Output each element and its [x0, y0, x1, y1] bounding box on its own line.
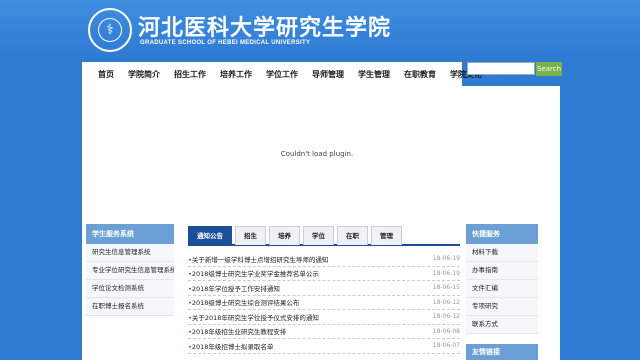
news-list: 关于新增一级学科博士点增招研究生导师的通知 18-06-19 2018级博士研究…: [188, 252, 460, 354]
news-tabs: 通知公告 招生 培养 学位 在职 管理: [188, 224, 460, 246]
student-services-panel: 学生服务系统 研究生信息管理系统 专业学位研究生信息管理系统 学位论文检测系统 …: [86, 224, 174, 316]
quick-link[interactable]: 材料下载: [466, 244, 538, 262]
nav-item-degree[interactable]: 学位工作: [266, 69, 298, 80]
nav-item-students[interactable]: 学生管理: [358, 69, 390, 80]
tab-notices[interactable]: 通知公告: [188, 226, 232, 245]
news-title[interactable]: 2018级博士研究生学业奖学金推荐名单公示: [188, 268, 319, 278]
tab-training[interactable]: 培养: [269, 226, 300, 245]
news-item[interactable]: 关于新增一级学科博士点增招研究生导师的通知 18-06-19: [188, 252, 460, 267]
caduceus-icon: ⚕: [98, 18, 122, 42]
news-date: 18-06-19: [432, 255, 460, 263]
service-link[interactable]: 在职博士报名系统: [86, 298, 174, 316]
tab-management[interactable]: 管理: [371, 226, 402, 245]
friendly-links-title: 友情链接: [466, 344, 538, 360]
search-button[interactable]: Search: [536, 62, 562, 76]
site-header: ⚕ 河北医科大学研究生学院 GRADUATE SCHOOL OF HEBEI M…: [0, 0, 640, 60]
news-date: 18-06-19: [432, 269, 460, 277]
news-item[interactable]: 2018年学位授予工作安排通知 18-06-15: [188, 281, 460, 296]
quick-link[interactable]: 办事指南: [466, 262, 538, 280]
quick-services-panel: 快捷服务 材料下载 办事指南 文件汇编 专项研究 联系方式: [466, 224, 538, 334]
service-link[interactable]: 专业学位研究生信息管理系统: [86, 262, 174, 280]
tab-inservice[interactable]: 在职: [337, 226, 368, 245]
tab-admissions[interactable]: 招生: [235, 226, 266, 245]
news-date: 18-06-07: [432, 342, 460, 350]
university-emblem-icon: ⚕: [88, 8, 132, 52]
news-item[interactable]: 2018级博士研究生综合测评结果公布 18-06-12: [188, 296, 460, 310]
nav-item-training[interactable]: 培养工作: [220, 69, 252, 80]
news-item[interactable]: 关于2018年研究生学位授予仪式安排的通知 18-06-12: [188, 310, 460, 325]
quick-link[interactable]: 文件汇编: [466, 280, 538, 298]
news-date: 18-06-12: [432, 313, 460, 321]
main-nav: 首页 学院简介 招生工作 培养工作 学位工作 导师管理 学生管理 在职教育 学院…: [82, 62, 482, 86]
news-title[interactable]: 2018级博士研究生综合测评结果公布: [188, 297, 300, 307]
news-title[interactable]: 关于2018年研究生学位授予仪式安排的通知: [188, 312, 319, 322]
tab-degree[interactable]: 学位: [303, 226, 334, 245]
student-services-title: 学生服务系统: [86, 224, 174, 244]
service-link[interactable]: 研究生信息管理系统: [86, 244, 174, 262]
news-date: 18-06-15: [432, 284, 460, 292]
quick-link[interactable]: 专项研究: [466, 298, 538, 316]
search-input[interactable]: [467, 62, 535, 75]
news-title[interactable]: 2018年级招生业研究生教程安排: [188, 326, 287, 336]
nav-item-inservice[interactable]: 在职教育: [404, 69, 436, 80]
news-item[interactable]: 2018级博士研究生学业奖学金推荐名单公示 18-06-19: [188, 267, 460, 281]
nav-item-about[interactable]: 学院简介: [128, 69, 160, 80]
news-date: 18-06-08: [432, 327, 460, 335]
service-link[interactable]: 学位论文检测系统: [86, 280, 174, 298]
news-title[interactable]: 关于新增一级学科博士点增招研究生导师的通知: [188, 254, 329, 264]
plugin-error-message: Couldn't load plugin.: [280, 150, 354, 158]
quick-link[interactable]: 联系方式: [466, 316, 538, 334]
news-panel: 通知公告 招生 培养 学位 在职 管理 关于新增一级学科博士点增招研究生导师的通…: [188, 224, 460, 354]
site-title-en: GRADUATE SCHOOL OF HEBEI MEDICAL UNIVERS…: [140, 40, 311, 46]
nav-item-supervisors[interactable]: 导师管理: [312, 69, 344, 80]
site-title-cn[interactable]: 河北医科大学研究生学院: [138, 10, 391, 42]
nav-item-home[interactable]: 首页: [98, 69, 114, 80]
quick-services-title: 快捷服务: [466, 224, 538, 244]
news-item[interactable]: 2018年级招生业研究生教程安排 18-06-08: [188, 325, 460, 339]
news-date: 18-06-12: [432, 298, 460, 306]
news-title[interactable]: 2018年级招博士拟录取名单: [188, 341, 274, 351]
news-title[interactable]: 2018年学位授予工作安排通知: [188, 283, 280, 293]
nav-item-admissions[interactable]: 招生工作: [174, 69, 206, 80]
news-item[interactable]: 2018年级招博士拟录取名单 18-06-07: [188, 339, 460, 354]
